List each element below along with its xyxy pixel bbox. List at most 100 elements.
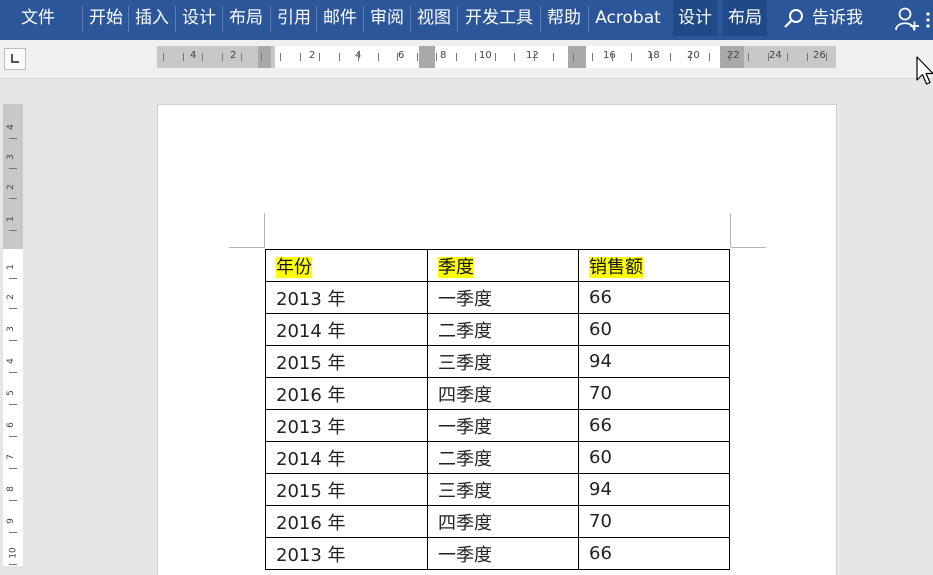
- ruler-tick: [241, 53, 242, 61]
- tab-table-layout[interactable]: 布局: [723, 0, 767, 36]
- add-user-icon[interactable]: [895, 6, 919, 32]
- tab-acrobat[interactable]: Acrobat: [590, 0, 666, 36]
- table-cell[interactable]: 一季度: [427, 281, 579, 314]
- crop-mark-right-horizontal: [731, 247, 766, 248]
- tab-stop-selector[interactable]: [4, 48, 26, 70]
- table-cell[interactable]: 70: [578, 505, 730, 538]
- ruler-tick: [729, 53, 730, 61]
- table-cell[interactable]: 2015 年: [265, 345, 428, 378]
- ribbon-tab-separator: [175, 6, 176, 32]
- table-row: 2013 年一季度 66: [265, 409, 730, 442]
- vertical-ruler-tick: [9, 532, 17, 533]
- table-cell[interactable]: 2016 年: [265, 377, 428, 410]
- ruler-tick: [300, 53, 301, 61]
- tab-file[interactable]: 文件: [16, 0, 60, 36]
- tab-table-design[interactable]: 设计: [673, 0, 717, 36]
- tab-home[interactable]: 开始: [84, 0, 128, 36]
- table-cell[interactable]: 66: [578, 409, 730, 442]
- table-cell[interactable]: 一季度: [427, 537, 579, 570]
- table-header-cell[interactable]: 季度: [427, 249, 579, 282]
- vertical-ruler-tick: [9, 168, 17, 169]
- ruler-number: 24: [769, 50, 782, 61]
- vertical-ruler-number: 5: [5, 390, 16, 396]
- tab-mailings[interactable]: 邮件: [318, 0, 362, 36]
- crop-mark-right-vertical: [730, 213, 731, 247]
- tell-me-label: 告诉我: [812, 8, 863, 28]
- table-cell[interactable]: 66: [578, 281, 730, 314]
- ruler-tick: [183, 53, 184, 61]
- table-cell[interactable]: 2013 年: [265, 537, 428, 570]
- sales-table[interactable]: 年份 季度 销售额 2013 年一季度 66 2014 年二季度 60 2015 年三季度 94…: [265, 249, 730, 570]
- ribbon-tab-separator: [457, 6, 458, 32]
- table-cell[interactable]: 66: [578, 537, 730, 570]
- table-cell[interactable]: 四季度: [427, 505, 579, 538]
- tab-help[interactable]: 帮助: [542, 0, 586, 36]
- ruler-number: 20: [687, 50, 700, 61]
- ruler-column-marker: [258, 46, 271, 68]
- table-cell[interactable]: 二季度: [427, 313, 579, 346]
- tab-insert[interactable]: 插入: [130, 0, 174, 36]
- vertical-ruler-number: 7: [5, 454, 16, 460]
- table-cell[interactable]: 2013 年: [265, 281, 428, 314]
- table-cell[interactable]: 2013 年: [265, 409, 428, 442]
- table-cell[interactable]: 2015 年: [265, 473, 428, 506]
- vertical-ruler-number: 3: [5, 154, 16, 160]
- tab-developer[interactable]: 开发工具: [459, 0, 539, 36]
- ribbon-tab-separator: [222, 6, 223, 32]
- more-options-icon[interactable]: [924, 10, 932, 30]
- table-cell[interactable]: 三季度: [427, 473, 579, 506]
- ruler-tick: [592, 53, 593, 61]
- ribbon-tab-separator: [316, 6, 317, 32]
- vertical-ruler[interactable]: 4 3 2 1 1 2 3 4 5 6 7 8 9 10: [3, 104, 23, 566]
- ruler-tick: [612, 53, 613, 61]
- tab-review[interactable]: 审阅: [365, 0, 409, 36]
- tab-layout[interactable]: 布局: [224, 0, 268, 36]
- vertical-ruler-tick: [9, 372, 17, 373]
- ruler-tick: [261, 53, 262, 61]
- table-cell[interactable]: 60: [578, 441, 730, 474]
- vertical-ruler-number: 4: [5, 124, 16, 130]
- vertical-ruler-number: 2: [5, 184, 16, 190]
- tab-view[interactable]: 视图: [412, 0, 456, 36]
- ribbon-tab-separator: [128, 6, 129, 32]
- table-cell[interactable]: 一季度: [427, 409, 579, 442]
- tab-references[interactable]: 引用: [272, 0, 316, 36]
- ruler-tick: [436, 53, 437, 61]
- tab-design[interactable]: 设计: [177, 0, 221, 36]
- vertical-ruler-tick: [9, 436, 17, 437]
- ruler-number: 8: [440, 50, 447, 61]
- table-cell[interactable]: 2014 年: [265, 313, 428, 346]
- table-row: 2014 年二季度 60: [265, 313, 730, 346]
- ruler-tick: [163, 53, 164, 61]
- ruler-number: 6: [398, 50, 405, 61]
- table-row: 2014 年二季度 60: [265, 441, 730, 474]
- table-row: 2013 年一季度 66: [265, 281, 730, 314]
- table-cell[interactable]: 94: [578, 473, 730, 506]
- vertical-ruler-number: 6: [5, 422, 16, 428]
- table-cell[interactable]: 2016 年: [265, 505, 428, 538]
- table-header-cell[interactable]: 销售额: [578, 249, 730, 282]
- table-cell[interactable]: 94: [578, 345, 730, 378]
- crop-mark-left-vertical: [264, 213, 265, 247]
- horizontal-ruler[interactable]: 4224681012161820222426: [157, 46, 836, 68]
- ruler-tick: [475, 53, 476, 61]
- vertical-ruler-number: 1: [5, 264, 16, 270]
- table-row: 2015 年三季度 94: [265, 473, 730, 506]
- table-cell[interactable]: 2014 年: [265, 441, 428, 474]
- table-cell[interactable]: 60: [578, 313, 730, 346]
- ruler-column-marker: [568, 46, 586, 68]
- ruler-tick: [651, 53, 652, 61]
- table-cell[interactable]: 70: [578, 377, 730, 410]
- vertical-ruler-tick: [9, 308, 17, 309]
- ruler-tick: [826, 53, 827, 61]
- table-cell[interactable]: 二季度: [427, 441, 579, 474]
- table-header-cell[interactable]: 年份: [265, 249, 428, 282]
- ruler-number: 26: [813, 50, 826, 61]
- highlighted-header-text: 季度: [438, 256, 474, 278]
- table-cell[interactable]: 四季度: [427, 377, 579, 410]
- ruler-tick: [768, 53, 769, 61]
- ruler-tick: [573, 53, 574, 61]
- ruler-tick: [807, 53, 808, 61]
- vertical-ruler-tick: [9, 500, 17, 501]
- table-cell[interactable]: 三季度: [427, 345, 579, 378]
